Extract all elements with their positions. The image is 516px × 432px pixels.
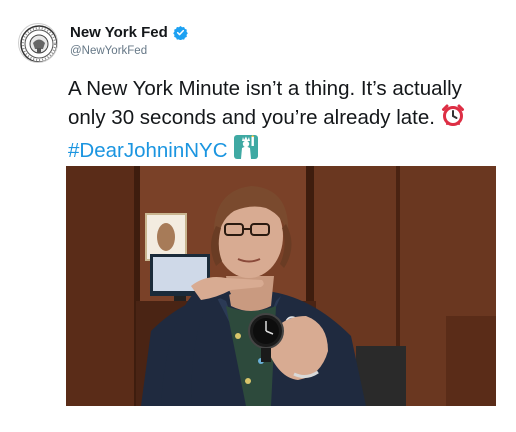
avatar[interactable] xyxy=(18,23,58,63)
tweet-media-photo[interactable] xyxy=(66,166,496,406)
account-handle[interactable]: @NewYorkFed xyxy=(70,45,147,57)
tweet-body: A New York Minute isn’t a thing. It’s ac… xyxy=(68,77,462,129)
federal-reserve-seal-icon xyxy=(20,25,57,62)
account-name-row[interactable]: New York Fed xyxy=(70,24,188,41)
verified-badge-icon xyxy=(173,25,188,40)
tweet-text: A New York Minute isn’t a thing. It’s ac… xyxy=(68,76,488,168)
alarm-clock-icon xyxy=(441,103,465,135)
hashtag-link[interactable]: #DearJohninNYC xyxy=(68,139,228,162)
photo-woman-pointing-at-watch xyxy=(66,166,496,406)
display-name[interactable]: New York Fed xyxy=(70,24,168,41)
statue-of-liberty-icon xyxy=(233,134,259,168)
